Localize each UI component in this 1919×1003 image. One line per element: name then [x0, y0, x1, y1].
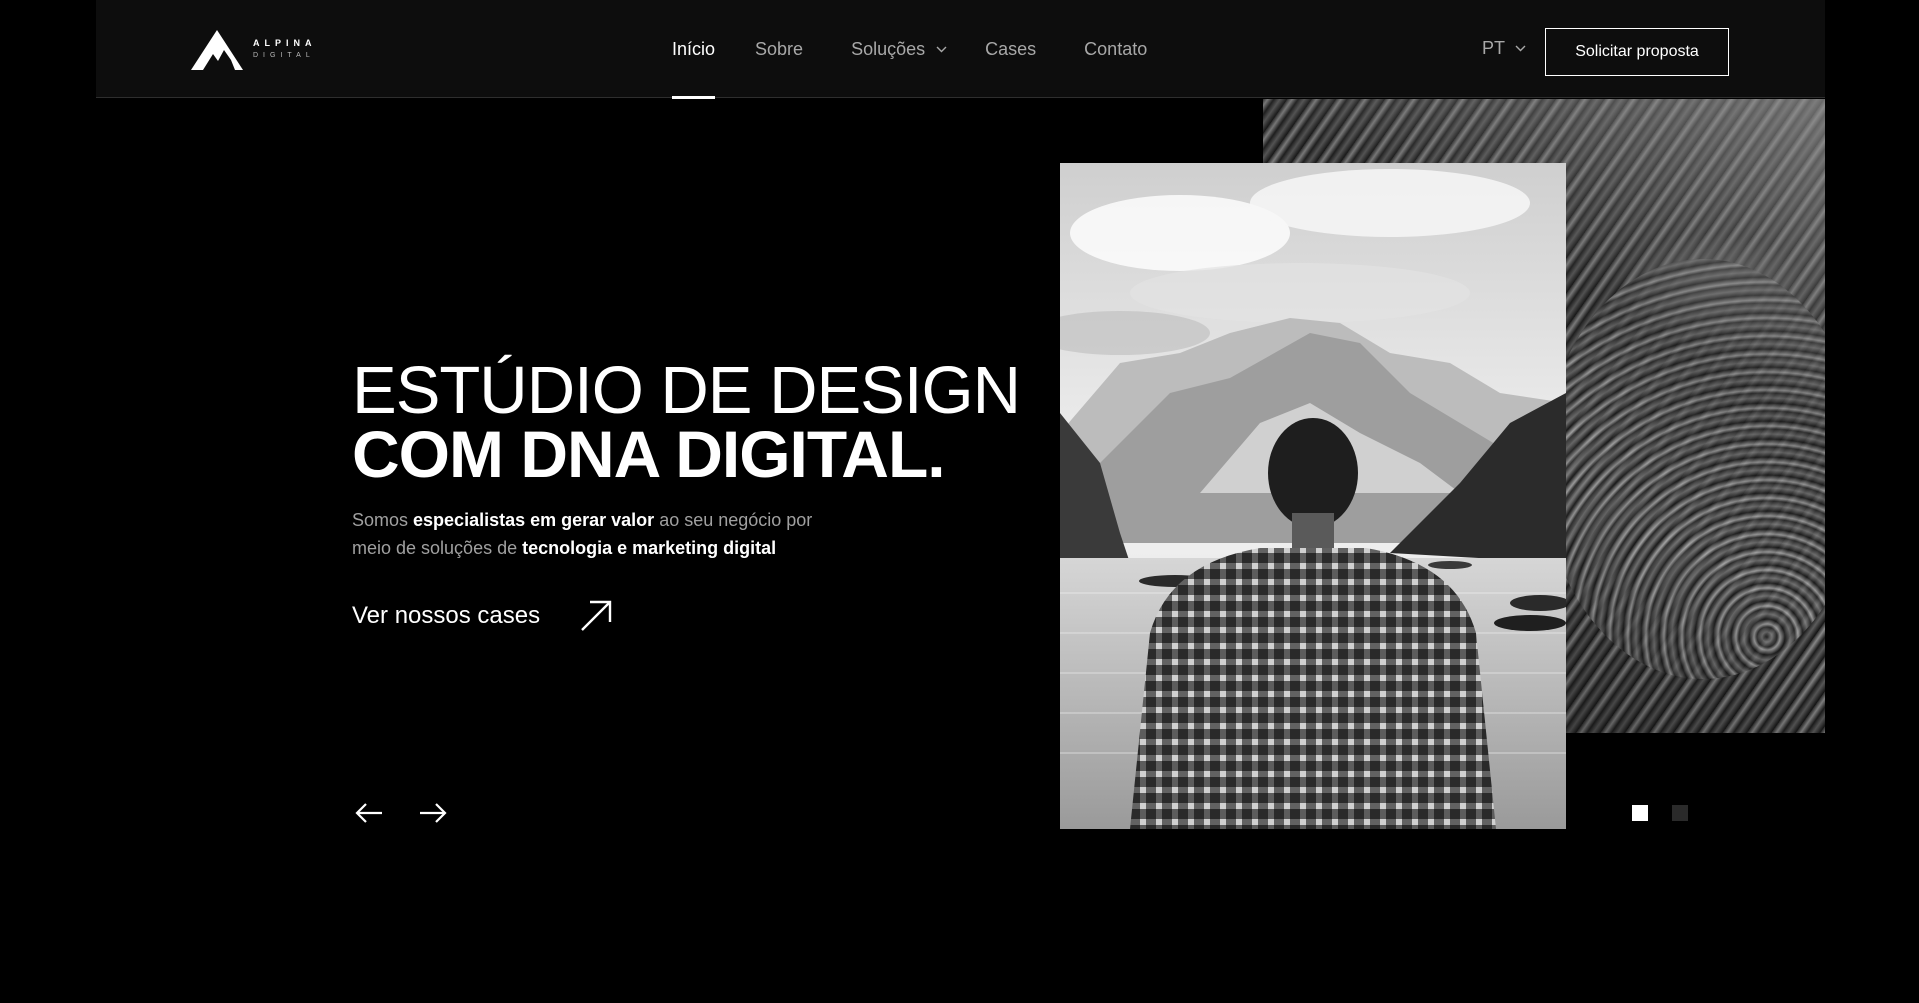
slider-controls — [354, 800, 482, 826]
hero-description: Somos especialistas em gerar valor ao se… — [352, 506, 822, 562]
language-label: PT — [1482, 38, 1506, 58]
desc-highlight: especialistas em gerar valor — [413, 510, 655, 530]
request-proposal-button[interactable]: Solicitar proposta — [1545, 28, 1729, 76]
nav-item-solucoes[interactable]: Soluções — [851, 0, 947, 98]
chevron-down-icon — [1515, 45, 1526, 52]
slider-next-button[interactable] — [418, 800, 448, 826]
slider-dot-2[interactable] — [1672, 805, 1688, 821]
language-selector[interactable]: PT — [1482, 38, 1526, 59]
logo-text: ALPINA DIGITAL — [253, 38, 317, 60]
main-nav: Início Sobre Soluções Cases Contato — [672, 0, 1147, 99]
page: ALPINA DIGITAL Início Sobre Soluções Cas… — [0, 0, 1919, 1003]
arrow-right-icon — [420, 803, 447, 823]
hero-main-image — [1060, 163, 1566, 829]
nav-label: Contato — [1084, 38, 1148, 59]
desc-highlight: tecnologia e marketing digital — [522, 538, 777, 558]
arrow-up-right-icon — [581, 600, 612, 631]
slider-pagination — [1632, 805, 1712, 821]
nav-label: Início — [672, 38, 716, 59]
mountain-logo-icon — [191, 30, 243, 70]
view-cases-label: Ver nossos cases — [352, 602, 541, 629]
logo-subtitle: DIGITAL — [253, 52, 315, 59]
mountain-lake-photo — [1060, 163, 1566, 829]
nav-item-inicio[interactable]: Início — [672, 0, 716, 99]
view-cases-link[interactable]: Ver nossos cases — [352, 598, 614, 634]
hero-title-line2: COM DNA DIGITAL. — [352, 417, 946, 491]
desc-text: Somos — [352, 510, 414, 530]
site-header: ALPINA DIGITAL Início Sobre Soluções Cas… — [96, 0, 1825, 99]
logo[interactable]: ALPINA DIGITAL — [191, 28, 321, 70]
logo-word: ALPINA — [253, 38, 317, 48]
nav-item-cases[interactable]: Cases — [985, 0, 1036, 98]
nav-label: Sobre — [755, 38, 804, 59]
nav-item-sobre[interactable]: Sobre — [755, 0, 803, 98]
nav-label: Cases — [985, 38, 1037, 59]
nav-label: Soluções — [851, 38, 926, 59]
hero-title: ESTÚDIO DE DESIGN COM DNA DIGITAL. — [352, 353, 1021, 491]
chevron-down-icon — [936, 46, 947, 52]
slider-prev-button[interactable] — [354, 800, 384, 826]
hero-title-line1: ESTÚDIO DE DESIGN — [352, 353, 1021, 428]
arrow-left-icon — [355, 803, 382, 823]
slider-dot-1[interactable] — [1632, 805, 1648, 821]
nav-item-contato[interactable]: Contato — [1084, 0, 1147, 98]
